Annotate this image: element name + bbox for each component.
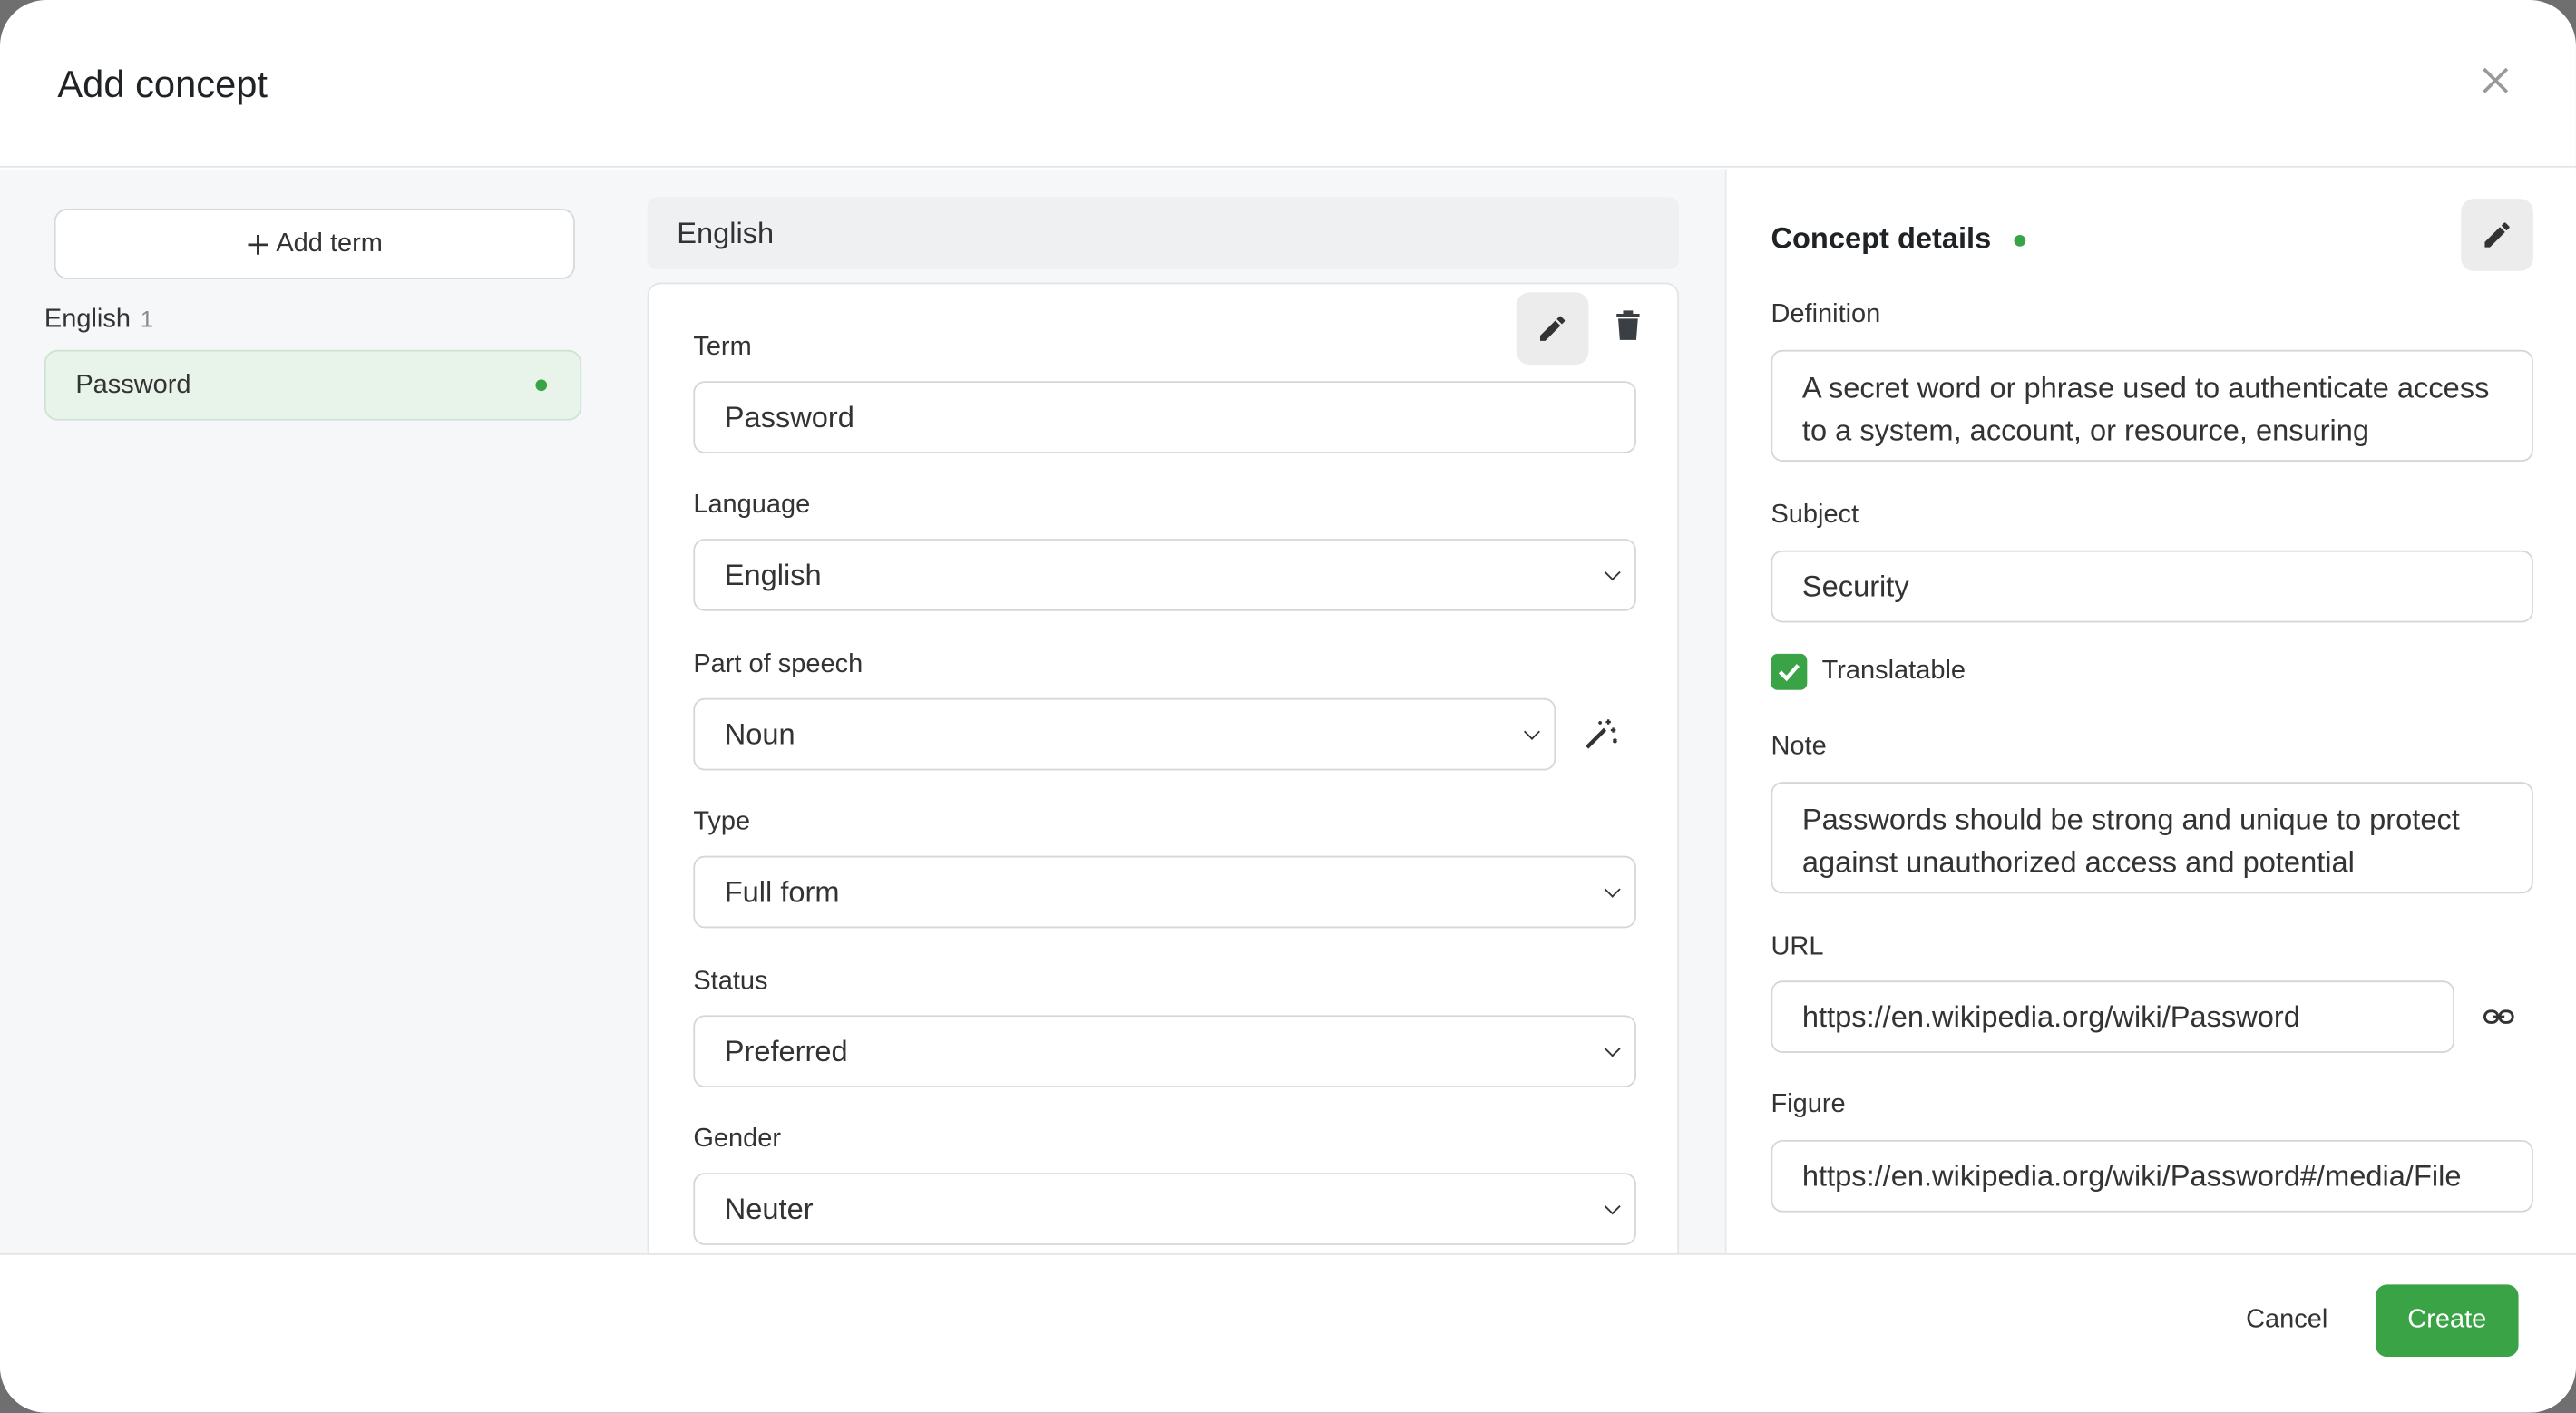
figure-input[interactable]: https://en.wikipedia.org/wiki/Password#/…	[1771, 1139, 2533, 1213]
note-label: Note	[1771, 732, 1827, 761]
close-icon[interactable]	[2474, 59, 2517, 102]
type-select[interactable]: Full form	[693, 855, 1636, 929]
translatable-checkbox[interactable]	[1771, 653, 1808, 690]
status-dot	[535, 379, 548, 392]
part-of-speech-label: Part of speech	[693, 650, 864, 679]
language-group-header: English 1	[44, 306, 153, 336]
group-language: English	[44, 305, 131, 334]
edit-concept-button[interactable]	[2461, 199, 2533, 271]
gender-label: Gender	[693, 1125, 781, 1154]
terms-area: Add term English 1 Password English Term …	[0, 169, 1725, 1301]
term-label: Term	[693, 333, 752, 362]
status-dot	[2014, 234, 2026, 247]
plus-icon	[248, 234, 268, 254]
link-icon[interactable]	[2483, 1000, 2515, 1041]
term-list-item[interactable]: Password	[44, 349, 582, 421]
type-label: Type	[693, 808, 751, 836]
subject-input[interactable]: Security	[1771, 550, 2533, 623]
dialog-title: Add concept	[57, 62, 268, 105]
add-concept-dialog: Add concept Add term English 1 Password E…	[0, 0, 2576, 1413]
add-term-label: Add term	[276, 229, 383, 258]
language-select[interactable]: English	[693, 539, 1636, 611]
gender-select[interactable]: Neuter	[693, 1173, 1636, 1245]
term-card: Term Password Language English Part of s…	[647, 282, 1680, 1301]
group-count: 1	[140, 305, 153, 332]
dialog-header: Add concept	[0, 0, 2576, 168]
url-input[interactable]: https://en.wikipedia.org/wiki/Password	[1771, 980, 2454, 1053]
note-textarea[interactable]: Passwords should be strong and unique to…	[1771, 782, 2533, 894]
subject-label: Subject	[1771, 501, 1859, 530]
translatable-label: Translatable	[1821, 657, 1966, 686]
concept-details-panel: Concept details Definition A secret word…	[1724, 169, 2576, 1253]
definition-label: Definition	[1771, 300, 1881, 329]
language-section-header: English	[647, 197, 1680, 270]
language-label: Language	[693, 491, 811, 520]
status-select[interactable]: Preferred	[693, 1015, 1636, 1088]
figure-label: Figure	[1771, 1090, 1846, 1119]
url-label: URL	[1771, 932, 1824, 961]
concept-details-title: Concept details	[1771, 222, 2026, 257]
definition-textarea[interactable]: A secret word or phrase used to authenti…	[1771, 349, 2533, 462]
pencil-icon	[2484, 222, 2510, 248]
add-term-button[interactable]: Add term	[54, 209, 575, 279]
term-input[interactable]: Password	[693, 381, 1636, 453]
edit-term-button[interactable]	[1516, 292, 1589, 365]
cancel-button[interactable]: Cancel	[2218, 1284, 2356, 1357]
check-icon	[1778, 664, 1800, 682]
magic-wand-icon[interactable]	[1582, 716, 1618, 761]
trash-icon[interactable]	[1615, 309, 1641, 350]
create-button[interactable]: Create	[2375, 1284, 2519, 1358]
term-item-label: Password	[75, 371, 191, 400]
part-of-speech-select[interactable]: Noun	[693, 697, 1556, 771]
status-label: Status	[693, 967, 768, 996]
pencil-icon	[1540, 316, 1566, 341]
dialog-footer: Cancel Create	[0, 1252, 2576, 1413]
